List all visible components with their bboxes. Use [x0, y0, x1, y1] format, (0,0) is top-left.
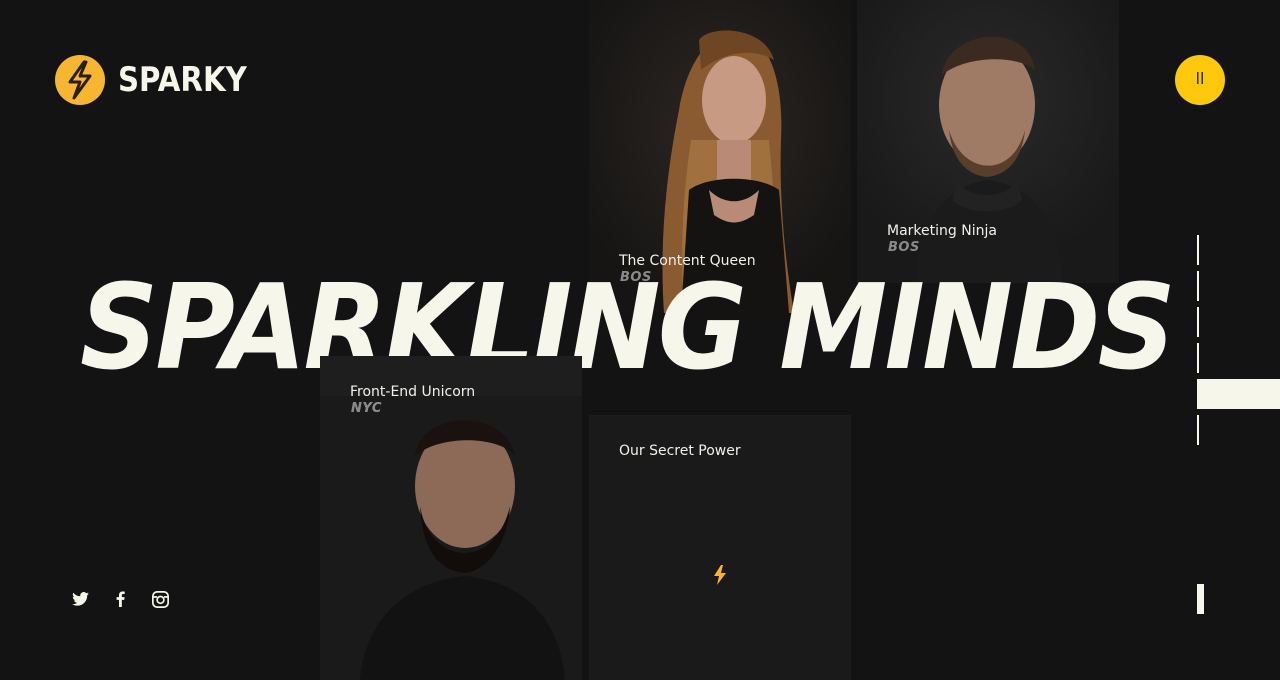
card-title: Marketing Ninja: [887, 223, 997, 239]
slide-nav-item-active[interactable]: [1197, 379, 1280, 409]
brand-logo[interactable]: SPARKY: [55, 55, 268, 105]
slide-nav-item[interactable]: [1197, 415, 1199, 445]
card-location: BOS: [888, 240, 920, 255]
card-title-overlay: Front-End Unicorn: [350, 384, 476, 400]
slide-nav-item[interactable]: [1197, 343, 1199, 373]
card-title: Our Secret Power: [619, 443, 741, 459]
secret-power-card[interactable]: Our Secret Power: [589, 415, 851, 680]
twitter-icon[interactable]: [71, 590, 89, 608]
brand-name: SPARKY: [118, 60, 247, 100]
instagram-icon[interactable]: [151, 590, 169, 608]
team-card-marketing-ninja[interactable]: Marketing Ninja BOS: [857, 0, 1119, 283]
facebook-icon[interactable]: [111, 590, 129, 608]
lightning-bolt-icon: [55, 55, 105, 105]
pause-bars-icon: [1195, 71, 1205, 90]
card-location-overlay: NYC: [351, 401, 382, 416]
scroll-indicator[interactable]: [1197, 584, 1204, 614]
lightning-bolt-icon: [711, 565, 729, 590]
social-links: [71, 590, 169, 608]
slide-nav-item[interactable]: [1197, 271, 1199, 301]
menu-button[interactable]: [1175, 55, 1225, 105]
page: The Content Queen BOS Marketing Ninja BO…: [0, 0, 1280, 680]
slide-nav-item[interactable]: [1197, 307, 1199, 337]
hero-headline: SPARKLING MINDS: [80, 258, 1176, 396]
slide-nav-item[interactable]: [1197, 235, 1199, 265]
